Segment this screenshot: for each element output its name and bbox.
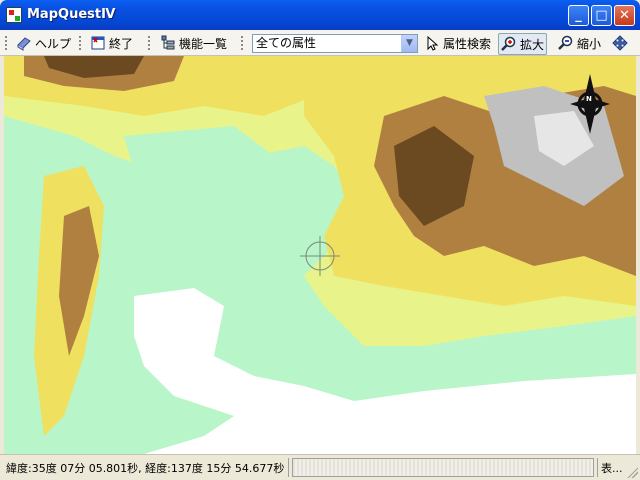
pan-button[interactable] [612,33,628,53]
progress-bar [292,458,594,477]
book-icon [16,35,32,51]
resize-grip[interactable] [626,466,638,478]
attribute-select-value: 全ての属性 [256,36,317,50]
zoom-in-button[interactable]: 拡大 [498,33,548,55]
close-button[interactable]: ✕ [614,5,635,26]
status-separator [288,458,289,477]
pointer-icon [424,35,440,51]
list-icon [160,35,176,51]
toolbar-separator [148,36,150,50]
status-separator [597,458,598,477]
minimize-button[interactable]: _ [568,5,589,26]
cursor-coordinates: 緯度:35度 07分 05.801秒, 経度:137度 15分 54.677秒 [6,462,285,475]
exit-button[interactable]: 終了 [90,33,133,53]
window-title: MapQuestⅣ [27,7,116,22]
attribute-search-label: 属性検索 [443,36,492,51]
pan-cross-icon [612,35,628,51]
help-label: ヘルプ [35,36,72,51]
display-status-label[interactable]: 表... [601,460,623,476]
zoom-out-button[interactable]: 縮小 [558,33,601,53]
terrain-map [4,56,636,454]
map-view[interactable]: N 0 50km [4,56,636,454]
magnifier-plus-icon [501,36,517,52]
toolbar-grip[interactable] [5,36,7,50]
help-button[interactable]: ヘルプ [16,33,71,53]
attribute-select[interactable]: 全ての属性 ▼ [252,34,418,53]
maximize-button[interactable]: □ [591,5,612,26]
title-bar[interactable]: MapQuestⅣ _ □ ✕ [0,0,640,30]
zoom-out-label: 縮小 [577,36,602,51]
attribute-search-button[interactable]: 属性検索 [424,33,491,53]
toolbar-separator [241,36,243,50]
compass-label: N [586,95,592,103]
chevron-down-icon[interactable]: ▼ [401,35,417,52]
function-list-button[interactable]: 機能一覧 [160,33,227,53]
toolbar: ヘルプ 終了 機能一覧 全ての属性 ▼ 属性検索 拡大 縮小 [0,30,640,56]
window-exit-icon [90,35,106,51]
zoom-in-label: 拡大 [520,37,545,52]
status-bar: 緯度:35度 07分 05.801秒, 経度:137度 15分 54.677秒 … [0,454,640,480]
exit-label: 終了 [109,36,134,51]
function-list-label: 機能一覧 [179,36,228,51]
magnifier-minus-icon [558,35,574,51]
toolbar-separator [79,36,81,50]
app-icon [6,7,22,23]
